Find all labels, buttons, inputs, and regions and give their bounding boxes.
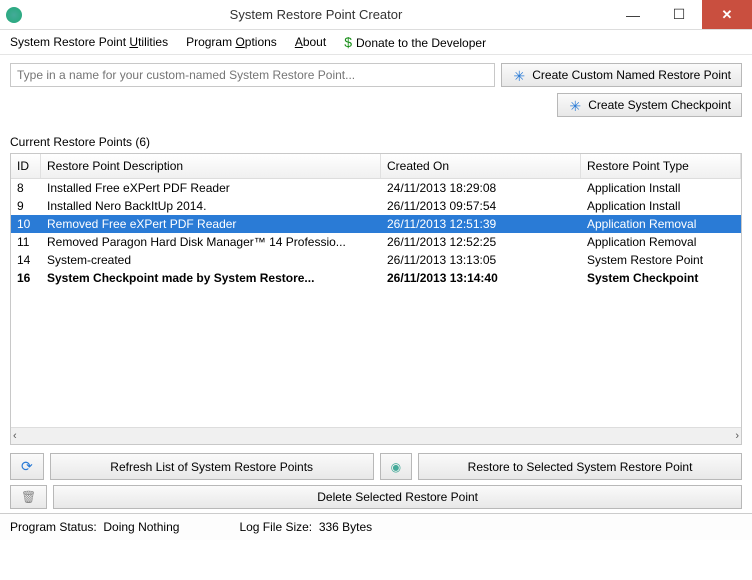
col-desc[interactable]: Restore Point Description	[41, 154, 381, 178]
log-size: Log File Size: 336 Bytes	[239, 520, 372, 534]
window-title: System Restore Point Creator	[22, 7, 610, 22]
cell-desc: Installed Free eXPert PDF Reader	[41, 180, 381, 196]
cell-type: Application Removal	[581, 216, 741, 232]
col-date[interactable]: Created On	[381, 154, 581, 178]
cell-date: 26/11/2013 13:14:40	[381, 270, 581, 286]
col-id[interactable]: ID	[11, 154, 41, 178]
restore-point-list: ID Restore Point Description Created On …	[10, 153, 742, 445]
table-row[interactable]: 14System-created26/11/2013 13:13:05Syste…	[11, 251, 741, 269]
cell-desc: Installed Nero BackItUp 2014.	[41, 198, 381, 214]
cell-id: 9	[11, 198, 41, 214]
menu-donate[interactable]: $Donate to the Developer	[344, 34, 486, 50]
cell-id: 11	[11, 234, 41, 250]
cell-type: System Checkpoint	[581, 270, 741, 286]
cell-id: 10	[11, 216, 41, 232]
program-status: Program Status: Doing Nothing	[10, 520, 179, 534]
refresh-icon: ⟳	[21, 458, 33, 475]
cell-date: 26/11/2013 12:52:25	[381, 234, 581, 250]
menu-about[interactable]: About	[295, 35, 326, 49]
table-row[interactable]: 8Installed Free eXPert PDF Reader24/11/2…	[11, 179, 741, 197]
titlebar: System Restore Point Creator — ☐ ✕	[0, 0, 752, 30]
table-row[interactable]: 9Installed Nero BackItUp 2014.26/11/2013…	[11, 197, 741, 215]
delete-icon-button[interactable]: 🗑	[10, 485, 47, 509]
delete-button[interactable]: Delete Selected Restore Point	[53, 485, 742, 509]
toolbar: ✳Create Custom Named Restore Point ✳Crea…	[0, 55, 752, 131]
refresh-icon-button[interactable]: ⟳	[10, 453, 44, 480]
cell-desc: Removed Paragon Hard Disk Manager™ 14 Pr…	[41, 234, 381, 250]
scroll-left-icon[interactable]: ‹	[13, 430, 17, 442]
list-body: 8Installed Free eXPert PDF Reader24/11/2…	[11, 179, 741, 427]
cell-id: 14	[11, 252, 41, 268]
menu-utilities[interactable]: System Restore Point Utilities	[10, 35, 168, 49]
trash-icon: 🗑	[21, 490, 36, 504]
cell-id: 16	[11, 270, 41, 286]
cell-type: Application Removal	[581, 234, 741, 250]
cell-id: 8	[11, 180, 41, 196]
app-icon	[6, 7, 22, 23]
cell-desc: Removed Free eXPert PDF Reader	[41, 216, 381, 232]
restore-point-name-input[interactable]	[10, 63, 495, 87]
create-checkpoint-button[interactable]: ✳Create System Checkpoint	[557, 93, 742, 117]
sparkle-icon: ✳	[568, 98, 582, 112]
restore-icon-button[interactable]: ◉	[380, 453, 412, 480]
cell-type: System Restore Point	[581, 252, 741, 268]
table-row[interactable]: 16System Checkpoint made by System Resto…	[11, 269, 741, 287]
section-label: Current Restore Points (6)	[0, 131, 752, 151]
cell-type: Application Install	[581, 180, 741, 196]
table-row[interactable]: 11Removed Paragon Hard Disk Manager™ 14 …	[11, 233, 741, 251]
menu-options[interactable]: Program Options	[186, 35, 277, 49]
cell-type: Application Install	[581, 198, 741, 214]
list-header: ID Restore Point Description Created On …	[11, 154, 741, 179]
cell-date: 24/11/2013 18:29:08	[381, 180, 581, 196]
create-named-button[interactable]: ✳Create Custom Named Restore Point	[501, 63, 742, 87]
cell-date: 26/11/2013 09:57:54	[381, 198, 581, 214]
sparkle-icon: ✳	[512, 68, 526, 82]
cell-date: 26/11/2013 13:13:05	[381, 252, 581, 268]
statusbar: Program Status: Doing Nothing Log File S…	[0, 513, 752, 540]
maximize-button[interactable]: ☐	[656, 0, 702, 29]
restore-icon: ◉	[391, 460, 401, 474]
action-buttons: ⟳ Refresh List of System Restore Points …	[0, 449, 752, 513]
cell-desc: System-created	[41, 252, 381, 268]
scroll-right-icon[interactable]: ›	[735, 430, 739, 442]
refresh-button[interactable]: Refresh List of System Restore Points	[50, 453, 374, 480]
minimize-button[interactable]: —	[610, 0, 656, 29]
cell-date: 26/11/2013 12:51:39	[381, 216, 581, 232]
cell-desc: System Checkpoint made by System Restore…	[41, 270, 381, 286]
horizontal-scrollbar[interactable]: ‹ ›	[11, 427, 741, 444]
table-row[interactable]: 10Removed Free eXPert PDF Reader26/11/20…	[11, 215, 741, 233]
window-controls: — ☐ ✕	[610, 0, 752, 29]
menubar: System Restore Point Utilities Program O…	[0, 30, 752, 55]
close-button[interactable]: ✕	[702, 0, 752, 29]
dollar-icon: $	[344, 34, 352, 50]
close-icon: ✕	[722, 7, 733, 23]
restore-button[interactable]: Restore to Selected System Restore Point	[418, 453, 742, 480]
col-type[interactable]: Restore Point Type	[581, 154, 741, 178]
